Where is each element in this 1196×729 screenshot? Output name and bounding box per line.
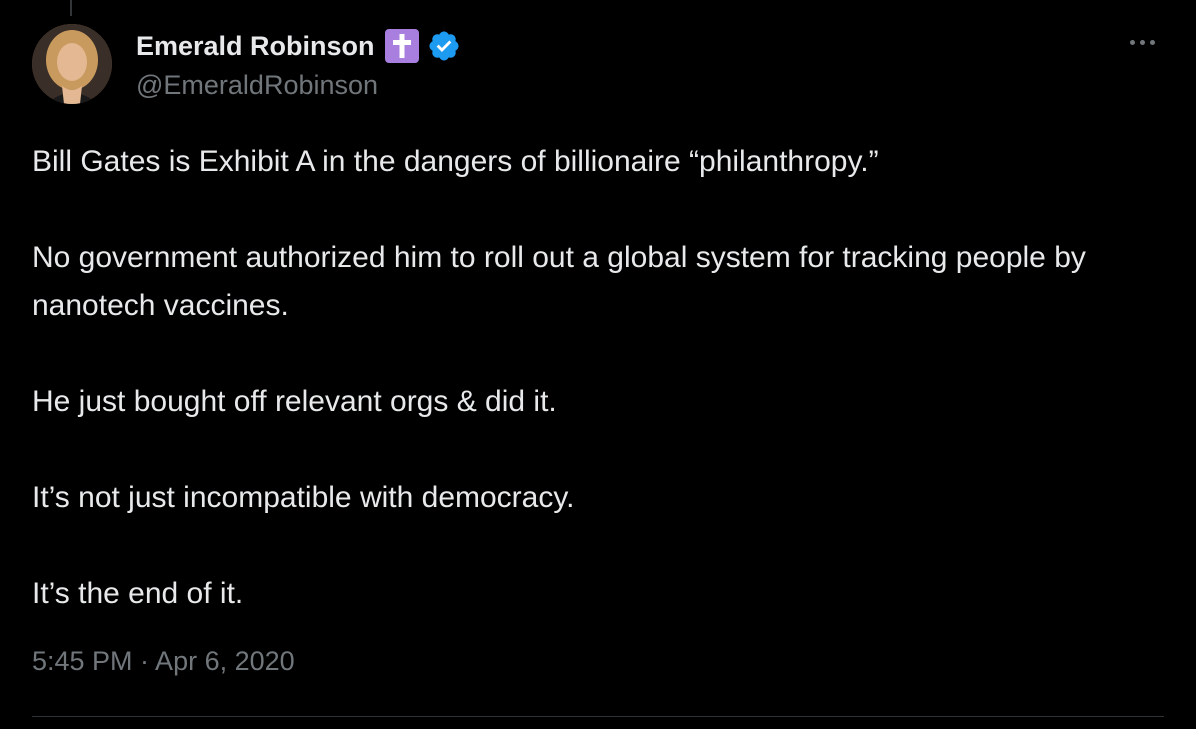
more-options-icon[interactable] [1122,30,1162,54]
author-handle[interactable]: @EmeraldRobinson [136,70,461,101]
tweet-timestamp[interactable]: 5:45 PM · Apr 6, 2020 [32,646,295,677]
author-display-name[interactable]: Emerald Robinson [136,31,375,62]
avatar[interactable] [32,24,112,104]
avatar-image [32,24,112,104]
tweet-text: Bill Gates is Exhibit A in the dangers o… [32,138,1162,618]
thread-connector-line [70,0,72,16]
verified-badge-icon[interactable] [427,29,461,63]
tweet-paragraph: Bill Gates is Exhibit A in the dangers o… [32,145,879,178]
name-row: Emerald Robinson [136,28,461,64]
tweet-paragraph: It’s the end of it. [32,577,244,610]
tweet-header: Emerald Robinson @EmeraldRobinson [32,24,1164,106]
tweet-paragraph: It’s not just incompatible with democrac… [32,481,575,514]
tweet-paragraph: He just bought off relevant orgs & did i… [32,385,557,418]
author-info: Emerald Robinson @EmeraldRobinson [136,28,461,101]
divider [32,716,1164,717]
cross-emoji-icon [384,29,419,63]
tweet-paragraph: No government authorized him to roll out… [32,241,1086,322]
